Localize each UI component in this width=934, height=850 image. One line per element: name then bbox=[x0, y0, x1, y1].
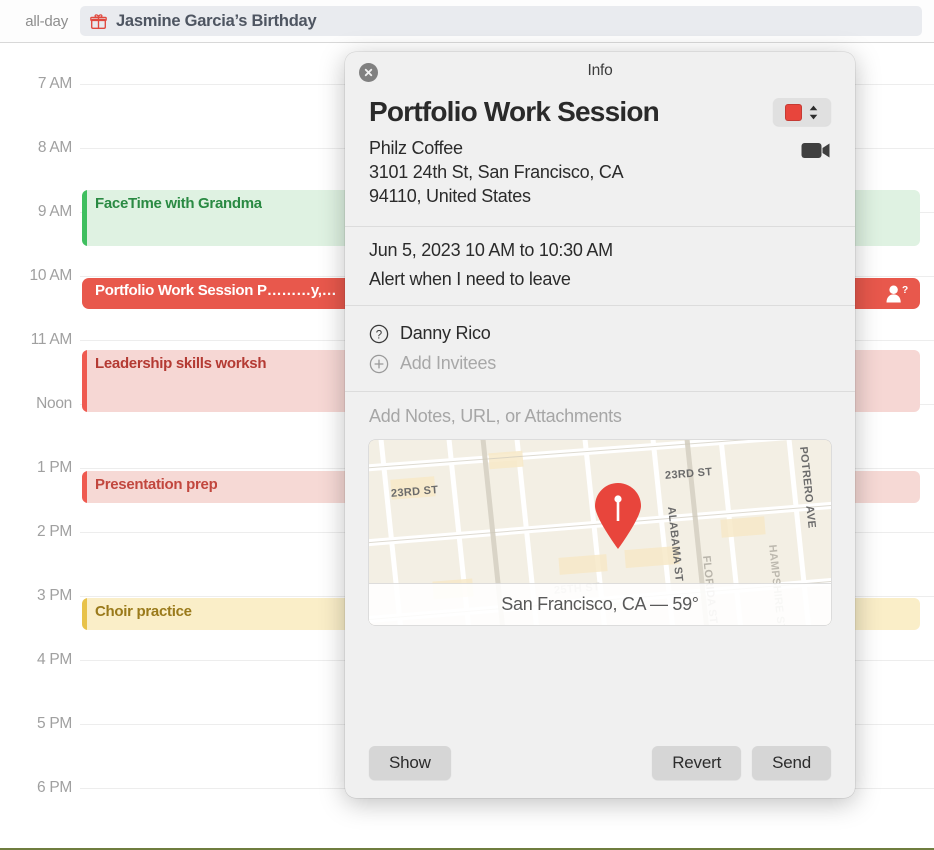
event-time-section: Jun 5, 2023 10 AM to 10:30 AM Alert when… bbox=[345, 227, 855, 305]
popover-titlebar: Info bbox=[345, 52, 855, 90]
event-notes-section: Add Notes, URL, or Attachments bbox=[345, 392, 855, 438]
map-pin-icon bbox=[595, 482, 641, 549]
hour-label: 3 PM bbox=[37, 587, 72, 604]
hour-label: 10 AM bbox=[29, 267, 73, 284]
svg-text:?: ? bbox=[902, 285, 908, 296]
video-camera-icon[interactable] bbox=[801, 140, 831, 161]
show-button[interactable]: Show bbox=[369, 746, 451, 780]
hour-label: 2 PM bbox=[37, 523, 72, 540]
close-button[interactable] bbox=[359, 63, 378, 82]
hour-label: 6 PM bbox=[37, 779, 72, 796]
hour-label: 11 AM bbox=[30, 331, 73, 348]
location-line-2: 3101 24th St, San Francisco, CA bbox=[369, 161, 624, 182]
event-header-section: Portfolio Work Session Philz Coffee 3101… bbox=[345, 90, 855, 226]
all-day-label: all-day bbox=[25, 12, 68, 30]
event-location-row: Philz Coffee 3101 24th St, San Francisco… bbox=[369, 137, 831, 209]
invitee-name: Add Invitees bbox=[400, 353, 497, 374]
send-button[interactable]: Send bbox=[752, 746, 831, 780]
event-title: Presentation prep bbox=[95, 476, 218, 493]
question-circle-icon: ? bbox=[369, 324, 389, 344]
event-title: Portfolio Work Session P………y,… bbox=[95, 282, 337, 299]
hour-label: 4 PM bbox=[37, 651, 72, 668]
event-name[interactable]: Portfolio Work Session bbox=[369, 96, 660, 128]
location-line-1: Philz Coffee bbox=[369, 138, 463, 158]
location-map[interactable]: 23RD ST 23RD ST ALABAMA ST FLORIDA ST PO… bbox=[369, 439, 831, 625]
hour-label: 8 AM bbox=[37, 139, 72, 156]
svg-text:?: ? bbox=[376, 329, 382, 341]
hour-label: 5 PM bbox=[37, 715, 72, 732]
event-invitees-section: ? Danny Rico Add Invitees bbox=[345, 306, 855, 391]
all-day-event-chip[interactable]: Jasmine Garcia’s Birthday bbox=[80, 6, 922, 36]
popover-title: Info bbox=[587, 62, 613, 79]
calendar-color-swatch bbox=[785, 103, 802, 121]
map-footer-text: San Francisco, CA — 59° bbox=[501, 593, 699, 614]
invitee-name: Danny Rico bbox=[400, 323, 491, 344]
gift-icon bbox=[90, 13, 107, 29]
event-title: FaceTime with Grandma bbox=[95, 195, 262, 212]
hour-label: 1 PM bbox=[37, 459, 72, 476]
event-title: Leadership skills worksh bbox=[95, 355, 267, 372]
location-line-3: 94110, United States bbox=[369, 185, 531, 206]
event-title: Choir practice bbox=[95, 603, 192, 620]
chevron-up-down-icon bbox=[809, 105, 818, 119]
revert-button[interactable]: Revert bbox=[652, 746, 742, 780]
event-alert[interactable]: Alert when I need to leave bbox=[369, 269, 831, 290]
hour-label: 7 AM bbox=[37, 75, 72, 92]
event-info-popover: Info Portfolio Work Session Philz Coffee… bbox=[345, 52, 855, 798]
calendar-color-popup-button[interactable] bbox=[773, 98, 831, 126]
hour-label: 9 AM bbox=[37, 203, 72, 220]
hour-label: Noon bbox=[36, 395, 72, 412]
all-day-event-title: Jasmine Garcia’s Birthday bbox=[116, 11, 317, 30]
close-icon bbox=[364, 68, 373, 77]
event-datetime[interactable]: Jun 5, 2023 10 AM to 10:30 AM bbox=[369, 240, 831, 261]
event-name-row: Portfolio Work Session bbox=[369, 96, 831, 128]
map-footer: San Francisco, CA — 59° bbox=[369, 582, 831, 625]
plus-circle-icon bbox=[369, 354, 389, 374]
add-invitees-row[interactable]: Add Invitees bbox=[369, 349, 831, 379]
invitee-row[interactable]: ? Danny Rico bbox=[369, 319, 831, 349]
person-question-icon: ? bbox=[886, 285, 908, 302]
popover-button-bar: Show Revert Send bbox=[345, 730, 855, 798]
notes-field[interactable]: Add Notes, URL, or Attachments bbox=[369, 406, 831, 427]
event-location[interactable]: Philz Coffee 3101 24th St, San Francisco… bbox=[369, 137, 624, 209]
all-day-row: all-day Jasmine Garcia’s Birthday bbox=[0, 0, 934, 43]
